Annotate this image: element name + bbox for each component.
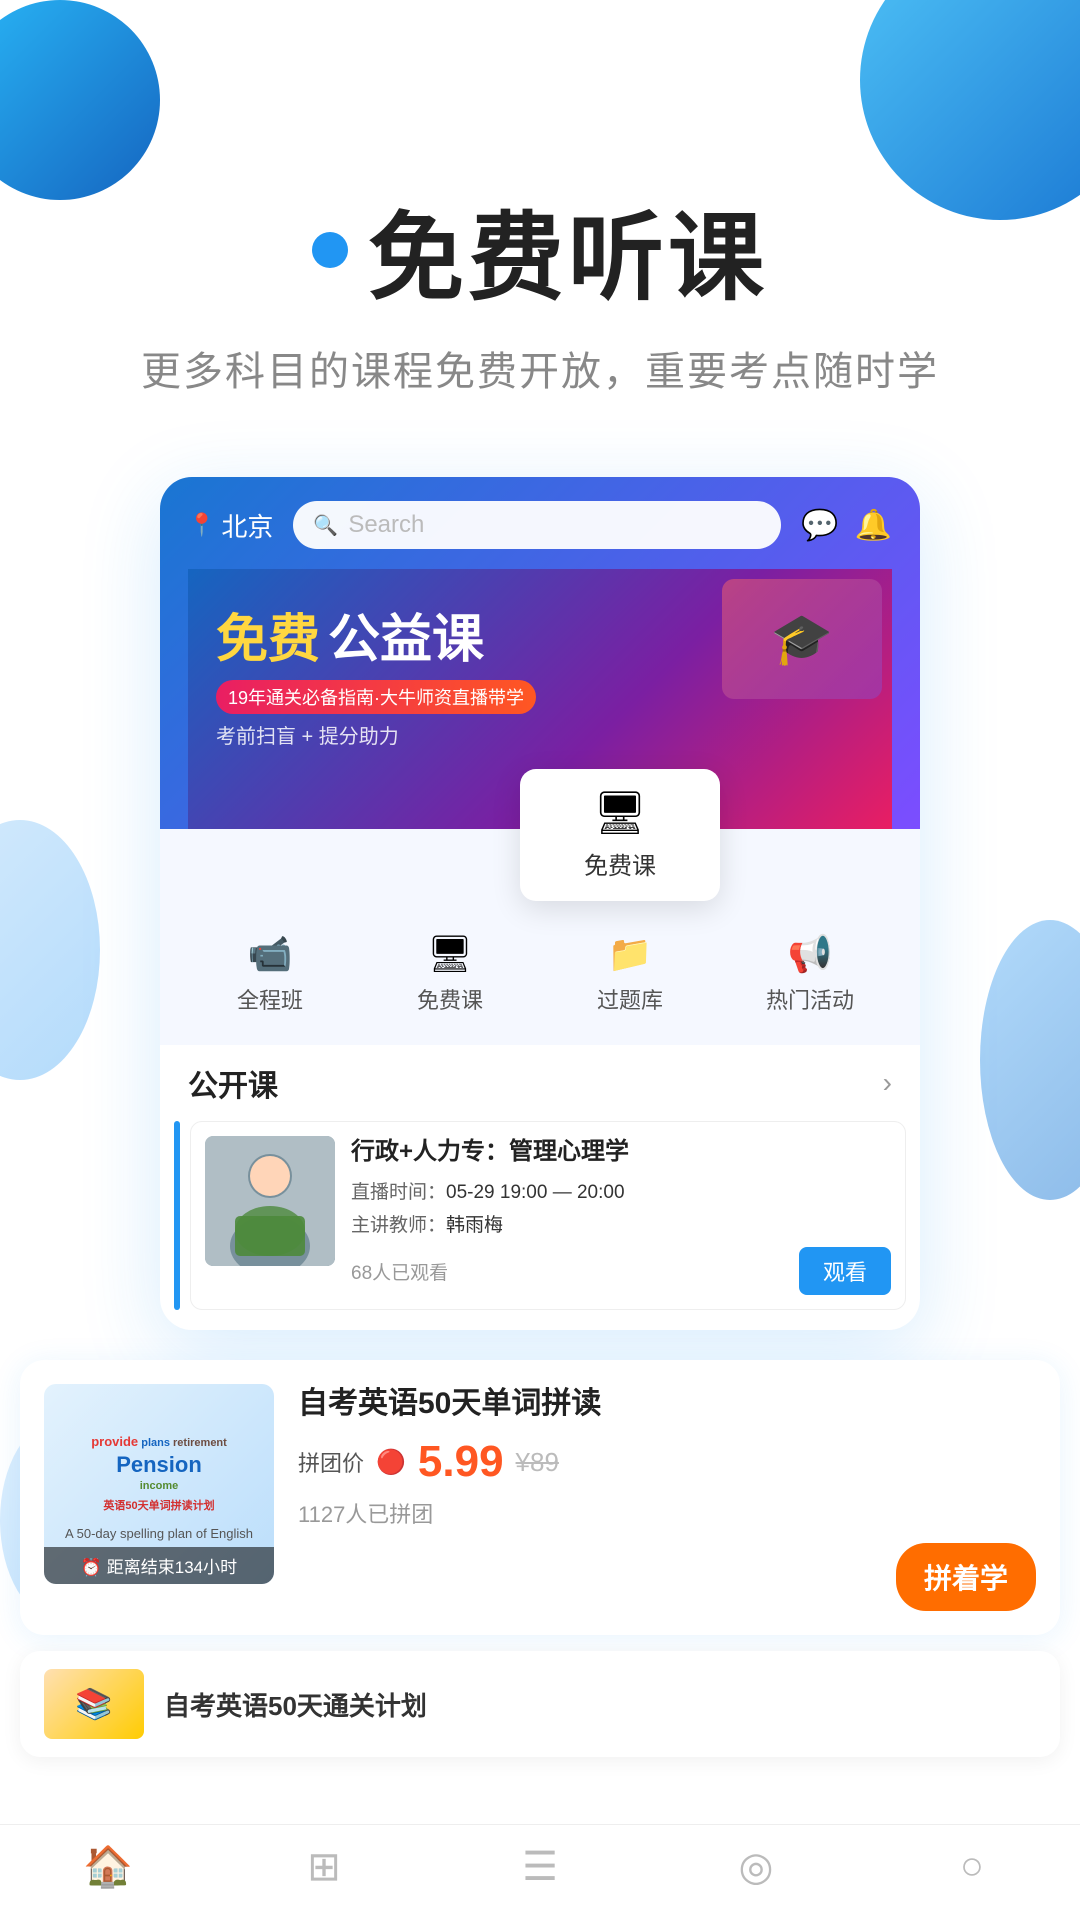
- nav-popup-label: 免费课: [540, 846, 700, 881]
- course-card: 行政+人力专：管理心理学 直播时间：05-29 19:00 — 20:00 主讲…: [190, 1121, 906, 1310]
- preview-thumb-icon: 📚: [75, 1687, 112, 1722]
- banner-tag: 19年通关必备指南·大牛师资直播带学: [216, 680, 536, 714]
- notification-icon[interactable]: 🔔: [855, 508, 892, 543]
- hero-subtitle: 更多科目的课程免费开放，重要考点随时学: [0, 339, 1080, 397]
- mockup-location[interactable]: 📍 北京: [188, 507, 273, 544]
- watch-button[interactable]: 观看: [799, 1247, 891, 1295]
- product-image-bar: ⏰ 距离结束134小时: [44, 1547, 274, 1584]
- section-header: 公开课 ›: [160, 1045, 920, 1121]
- tab-questions[interactable]: ☰: [432, 1844, 648, 1890]
- product-preview-name: 自考英语50天通关计划: [164, 1686, 427, 1723]
- mockup-icons-right: 💬 🔔: [801, 508, 892, 543]
- course-bottom-row: 68人已观看 观看: [351, 1247, 891, 1295]
- pension-word: Pension: [91, 1451, 227, 1480]
- course-teacher: 主讲教师：韩雨梅: [351, 1210, 891, 1237]
- course-accent-bar: [174, 1121, 180, 1310]
- nav-item-questionbank[interactable]: 📁 过题库: [540, 933, 720, 1015]
- course-info: 行政+人力专：管理心理学 直播时间：05-29 19:00 — 20:00 主讲…: [351, 1136, 891, 1295]
- course-card-row: 行政+人力专：管理心理学 直播时间：05-29 19:00 — 20:00 主讲…: [160, 1121, 920, 1330]
- mockup-top-bar: 📍 北京 🔍 Search 💬 🔔: [188, 501, 892, 549]
- nav-popup-icon: 🖥: [540, 789, 700, 838]
- course-name: 行政+人力专：管理心理学: [351, 1136, 891, 1167]
- product-preview-thumb: 📚: [44, 1669, 144, 1739]
- nav-popup-card: 🖥 免费课: [520, 769, 720, 901]
- price-label: 拼团价: [298, 1446, 364, 1478]
- course-time: 直播时间：05-29 19:00 — 20:00: [351, 1177, 891, 1204]
- product-price-row: 拼团价 🔴 5.99 ¥89: [298, 1437, 1036, 1487]
- product-image-subtitle: A 50-day spelling plan of English: [59, 1526, 259, 1541]
- section-title: 公开课: [188, 1061, 278, 1105]
- video-icon: 📹: [180, 933, 360, 975]
- product-info: 自考英语50天单词拼读 拼团价 🔴 5.99 ¥89 1127人已拼团 拼着学: [298, 1384, 1036, 1611]
- nav-item-freecourse[interactable]: 🖥 免费课: [360, 933, 540, 1015]
- questions-icon: ☰: [522, 1844, 558, 1890]
- section-arrow-icon[interactable]: ›: [883, 1067, 892, 1099]
- folder-icon: 📁: [540, 933, 720, 975]
- countdown-text: 距离结束134小时: [107, 1558, 237, 1577]
- nav-items-row: 📹 全程班 🖥 免费课 📁 过题库 📢 热门活动: [160, 909, 920, 1035]
- hero-title: 免费听课: [368, 180, 768, 319]
- nav-item-quanchengban[interactable]: 📹 全程班: [180, 933, 360, 1015]
- price-value: 5.99: [418, 1437, 504, 1487]
- nav-item-label-2: 免费课: [360, 983, 540, 1015]
- home-icon: 🏠: [83, 1843, 133, 1890]
- teacher-photo: [205, 1136, 335, 1266]
- public-course-section: 公开课 ›: [160, 1045, 920, 1330]
- coin-icon: 🔴: [376, 1448, 406, 1477]
- monitor-icon: 🖥: [360, 933, 540, 975]
- banner-illustration: 🎓: [722, 579, 882, 699]
- nav-item-label-3: 过题库: [540, 983, 720, 1015]
- tab-discover[interactable]: ◎: [648, 1844, 864, 1890]
- courses-icon: ⊞: [307, 1844, 341, 1890]
- hero-section: 免费听课 更多科目的课程免费开放，重要考点随时学: [0, 0, 1080, 437]
- product-buyers: 1127人已拼团: [298, 1497, 1036, 1529]
- tab-home[interactable]: 🏠: [0, 1843, 216, 1890]
- bottom-nav: 🏠 ⊞ ☰ ◎ ○: [0, 1824, 1080, 1920]
- app-mockup: 📍 北京 🔍 Search 💬 🔔 免费 公益课 19年通关必备指: [0, 477, 1080, 1330]
- banner-main-title: 公益课: [328, 597, 484, 672]
- tab-profile[interactable]: ○: [864, 1844, 1080, 1889]
- tab-courses[interactable]: ⊞: [216, 1844, 432, 1890]
- hero-dot-icon: [312, 232, 348, 268]
- course-name-overlay: 英语50天单词拼读计划: [91, 1493, 227, 1519]
- buy-button[interactable]: 拼着学: [896, 1543, 1036, 1611]
- hero-title-row: 免费听课: [0, 180, 1080, 319]
- profile-icon: ○: [960, 1844, 984, 1889]
- clock-icon: ⏰: [81, 1558, 102, 1577]
- mockup-search-bar[interactable]: 🔍 Search: [293, 501, 781, 549]
- course-viewers: 68人已观看: [351, 1258, 448, 1285]
- nav-item-label-4: 热门活动: [720, 983, 900, 1015]
- search-icon: 🔍: [313, 513, 338, 538]
- discover-icon: ◎: [739, 1844, 774, 1890]
- product-image: provide plans retirement Pension income …: [44, 1384, 274, 1584]
- nav-item-hotactivity[interactable]: 📢 热门活动: [720, 933, 900, 1015]
- mockup-nav-area: 🖥 免费课 📹 全程班 🖥 免费课 📁 过题库 📢: [160, 829, 920, 1045]
- product-card-section: provide plans retirement Pension income …: [20, 1360, 1060, 1635]
- megaphone-icon: 📢: [720, 933, 900, 975]
- message-icon[interactable]: 💬: [801, 508, 838, 543]
- product-name: 自考英语50天单词拼读: [298, 1384, 1036, 1423]
- word-cloud-text: provide plans retirement Pension income …: [85, 1428, 233, 1526]
- location-pin-icon: 📍: [188, 512, 215, 538]
- product-preview-section: 📚 自考英语50天通关计划: [20, 1651, 1060, 1757]
- mockup-card: 📍 北京 🔍 Search 💬 🔔 免费 公益课 19年通关必备指: [160, 477, 920, 1330]
- banner-free-text: 免费: [216, 597, 320, 672]
- search-placeholder: Search: [348, 511, 424, 539]
- nav-item-label-1: 全程班: [180, 983, 360, 1015]
- location-text: 北京: [221, 507, 273, 544]
- banner-subtitle: 考前扫盲 + 提分助力: [216, 720, 864, 749]
- original-price: ¥89: [516, 1447, 559, 1478]
